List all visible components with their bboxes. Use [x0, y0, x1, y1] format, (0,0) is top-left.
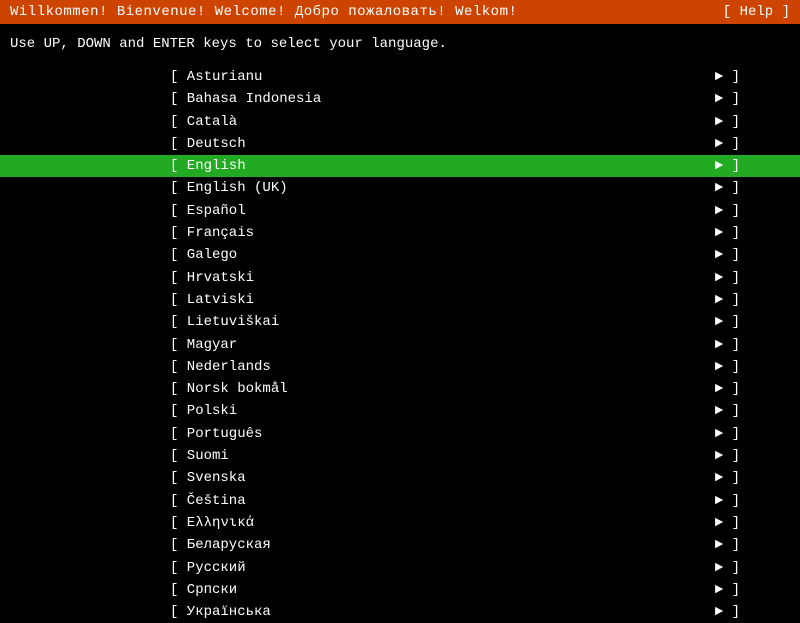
lang-item-portugues[interactable]: [ Português ► ] [0, 423, 800, 445]
lang-arrow-magyar: ► ] [715, 335, 740, 355]
lang-arrow-suomi: ► ] [715, 446, 740, 466]
lang-arrow-belaruskaya: ► ] [715, 535, 740, 555]
help-button[interactable]: [ Help ] [723, 4, 790, 20]
lang-arrow-srpski: ► ] [715, 580, 740, 600]
lang-arrow-cestina: ► ] [715, 491, 740, 511]
lang-label-magyar: [ Magyar [170, 335, 450, 355]
lang-arrow-catala: ► ] [715, 112, 740, 132]
lang-label-catala: [ Català [170, 112, 450, 132]
lang-label-norsk-bokmal: [ Norsk bokmål [170, 379, 450, 399]
lang-arrow-norsk-bokmal: ► ] [715, 379, 740, 399]
lang-item-magyar[interactable]: [ Magyar ► ] [0, 334, 800, 356]
lang-item-asturianu[interactable]: [ Asturianu ► ] [0, 66, 800, 88]
lang-item-ellinika[interactable]: [ Ελληνικά ► ] [0, 512, 800, 534]
lang-item-catala[interactable]: [ Català ► ] [0, 111, 800, 133]
top-bar: Willkommen! Bienvenue! Welcome! Добро по… [0, 0, 800, 24]
lang-arrow-russkiy: ► ] [715, 558, 740, 578]
lang-arrow-nederlands: ► ] [715, 357, 740, 377]
lang-arrow-deutsch: ► ] [715, 134, 740, 154]
lang-label-francais: [ Français [170, 223, 450, 243]
instruction: Use UP, DOWN and ENTER keys to select yo… [0, 24, 800, 62]
lang-arrow-espanol: ► ] [715, 201, 740, 221]
lang-arrow-ellinika: ► ] [715, 513, 740, 533]
lang-arrow-ukrainska: ► ] [715, 602, 740, 622]
top-bar-title: Willkommen! Bienvenue! Welcome! Добро по… [10, 4, 517, 20]
lang-arrow-galego: ► ] [715, 245, 740, 265]
language-list: [ Asturianu► ][ Bahasa Indonesia► ][ Cat… [0, 66, 800, 623]
lang-item-bahasa-indonesia[interactable]: [ Bahasa Indonesia ► ] [0, 88, 800, 110]
lang-arrow-polski: ► ] [715, 401, 740, 421]
lang-label-latviski: [ Latviski [170, 290, 450, 310]
lang-item-belaruskaya[interactable]: [ Беларуская ► ] [0, 534, 800, 556]
lang-label-galego: [ Galego [170, 245, 450, 265]
lang-item-russkiy[interactable]: [ Русский ► ] [0, 557, 800, 579]
lang-label-deutsch: [ Deutsch [170, 134, 450, 154]
lang-arrow-english-uk: ► ] [715, 178, 740, 198]
lang-item-galego[interactable]: [ Galego ► ] [0, 244, 800, 266]
lang-item-deutsch[interactable]: [ Deutsch ► ] [0, 133, 800, 155]
lang-item-svenska[interactable]: [ Svenska ► ] [0, 467, 800, 489]
lang-label-polski: [ Polski [170, 401, 450, 421]
lang-label-svenska: [ Svenska [170, 468, 450, 488]
lang-label-espanol: [ Español [170, 201, 450, 221]
lang-item-nederlands[interactable]: [ Nederlands ► ] [0, 356, 800, 378]
lang-item-espanol[interactable]: [ Español ► ] [0, 200, 800, 222]
lang-item-ukrainska[interactable]: [ Українська ► ] [0, 601, 800, 623]
lang-label-ukrainska: [ Українська [170, 602, 450, 622]
lang-arrow-latviski: ► ] [715, 290, 740, 310]
lang-arrow-asturianu: ► ] [715, 67, 740, 87]
lang-label-hrvatski: [ Hrvatski [170, 268, 450, 288]
lang-arrow-lietuviškai: ► ] [715, 312, 740, 332]
lang-label-bahasa-indonesia: [ Bahasa Indonesia [170, 89, 450, 109]
lang-arrow-english: ► ] [715, 156, 740, 176]
lang-item-lietuviškai[interactable]: [ Lietuviškai ► ] [0, 311, 800, 333]
lang-arrow-hrvatski: ► ] [715, 268, 740, 288]
lang-item-suomi[interactable]: [ Suomi ► ] [0, 445, 800, 467]
lang-label-lietuviškai: [ Lietuviškai [170, 312, 450, 332]
lang-label-russkiy: [ Русский [170, 558, 450, 578]
lang-item-francais[interactable]: [ Français ► ] [0, 222, 800, 244]
lang-label-english-uk: [ English (UK) [170, 178, 450, 198]
lang-arrow-svenska: ► ] [715, 468, 740, 488]
lang-item-hrvatski[interactable]: [ Hrvatski ► ] [0, 267, 800, 289]
lang-label-asturianu: [ Asturianu [170, 67, 450, 87]
lang-label-portugues: [ Português [170, 424, 450, 444]
lang-arrow-francais: ► ] [715, 223, 740, 243]
lang-arrow-bahasa-indonesia: ► ] [715, 89, 740, 109]
lang-arrow-portugues: ► ] [715, 424, 740, 444]
lang-label-ellinika: [ Ελληνικά [170, 513, 450, 533]
lang-item-cestina[interactable]: [ Čeština ► ] [0, 490, 800, 512]
lang-label-suomi: [ Suomi [170, 446, 450, 466]
lang-label-english: [ English [170, 156, 450, 176]
lang-item-polski[interactable]: [ Polski ► ] [0, 400, 800, 422]
lang-label-cestina: [ Čeština [170, 491, 450, 511]
lang-item-norsk-bokmal[interactable]: [ Norsk bokmål ► ] [0, 378, 800, 400]
lang-item-srpski[interactable]: [ Српски ► ] [0, 579, 800, 601]
lang-item-english-uk[interactable]: [ English (UK) ► ] [0, 177, 800, 199]
lang-label-srpski: [ Српски [170, 580, 450, 600]
lang-item-latviski[interactable]: [ Latviski ► ] [0, 289, 800, 311]
lang-item-english[interactable]: [ English ► ] [0, 155, 800, 177]
lang-label-belaruskaya: [ Беларуская [170, 535, 450, 555]
lang-label-nederlands: [ Nederlands [170, 357, 450, 377]
